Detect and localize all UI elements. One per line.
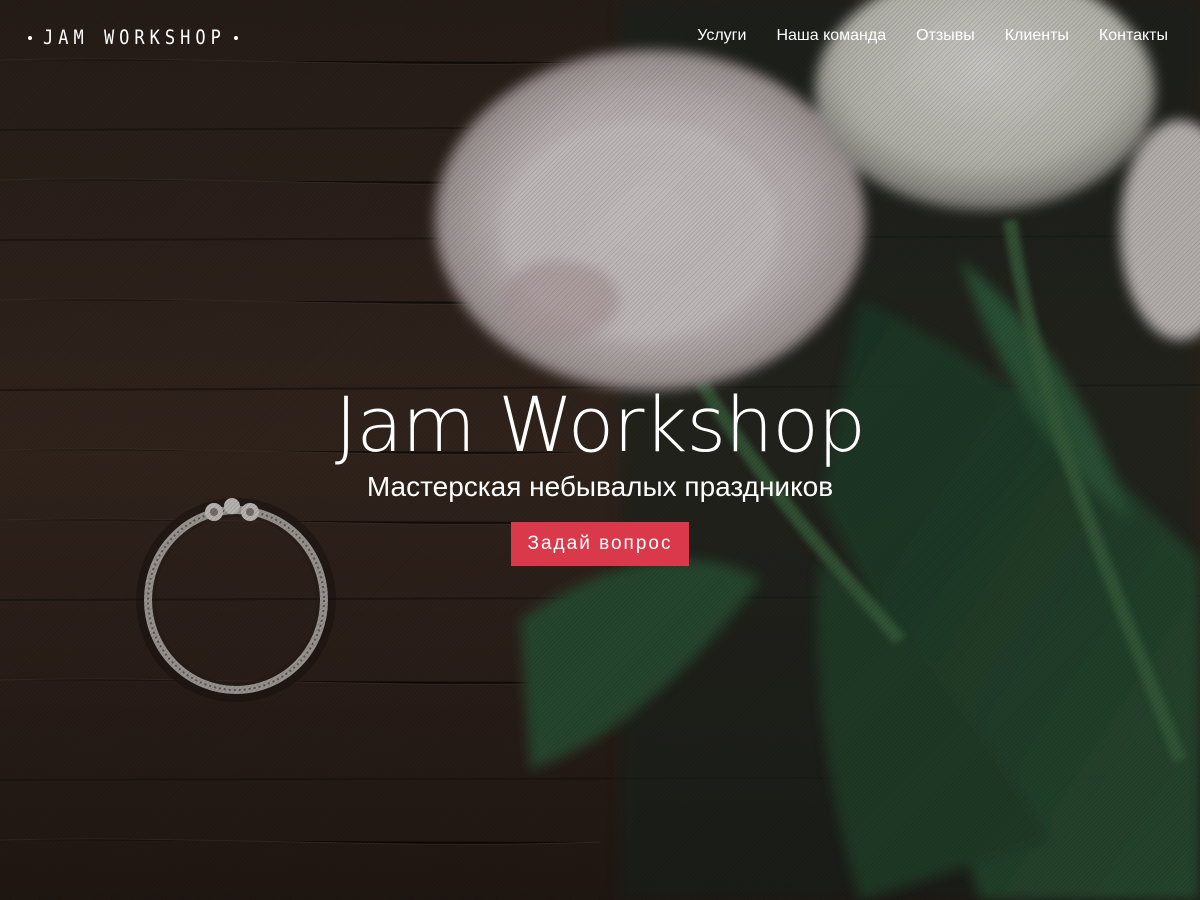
brand-logo[interactable]: JAM WORKSHOP [28,26,238,50]
nav-item-contacts[interactable]: Контакты [1099,27,1168,45]
ask-question-button[interactable]: Задай вопрос [510,522,690,566]
top-navbar: JAM WORKSHOP Услуги Наша команда Отзывы … [0,0,1200,76]
nav-item-reviews[interactable]: Отзывы [916,27,975,45]
hero-subtitle: Мастерская небывалых праздников [366,471,834,502]
logo-text: JAM WORKSHOP [43,26,226,50]
nav-item-clients[interactable]: Клиенты [1005,27,1069,45]
nav-item-services[interactable]: Услуги [697,27,746,45]
logo-dot-right-icon [233,36,238,40]
hero-section: JAM WORKSHOP Услуги Наша команда Отзывы … [0,0,1200,900]
hero-content: Jam Workshop Мастерская небывалых праздн… [0,380,1200,566]
main-nav: Услуги Наша команда Отзывы Клиенты Конта… [667,27,1168,45]
hero-title: Jam Workshop [334,380,866,469]
logo-dot-left-icon [28,36,32,40]
nav-item-team[interactable]: Наша команда [776,27,886,45]
